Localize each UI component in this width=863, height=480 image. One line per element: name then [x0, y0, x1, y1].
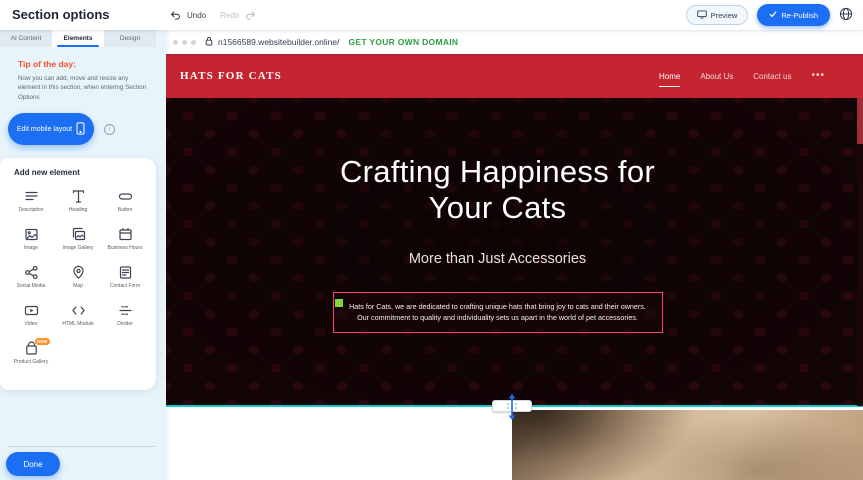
language-globe-icon[interactable]: [839, 7, 853, 24]
tip-title: Tip of the day:: [18, 59, 156, 69]
browser-bar: n1566589.websitebuilder.online/ GET YOUR…: [166, 30, 863, 54]
tab-elements[interactable]: Elements: [52, 30, 104, 47]
element-contact-form[interactable]: Contact Form: [102, 261, 149, 299]
monitor-icon: [697, 10, 707, 21]
lock-icon: [205, 33, 213, 51]
element-social-media[interactable]: Social Media: [8, 261, 55, 299]
check-icon: [769, 10, 777, 20]
site-url[interactable]: n1566589.websitebuilder.online/: [218, 37, 339, 47]
preview-scrollbar: [857, 98, 863, 406]
sidebar-divider: [8, 446, 156, 447]
new-badge: NEW: [35, 338, 50, 345]
image-gallery-icon: [71, 227, 86, 242]
topbar-actions: Preview Re-Publish: [686, 0, 853, 30]
section-resize-handle[interactable]: [492, 400, 532, 412]
site-header: HATS FOR CATS Home About Us Contact us •…: [166, 54, 863, 98]
element-product-gallery[interactable]: NEW Product Gallery: [8, 337, 55, 375]
site-nav: Home About Us Contact us •••: [659, 71, 849, 81]
selected-text-element[interactable]: Hats for Cats, we are dedicated to craft…: [333, 292, 663, 333]
redo-button[interactable]: Redo: [220, 11, 239, 20]
done-button[interactable]: Done: [6, 452, 60, 476]
nav-home[interactable]: Home: [659, 72, 680, 87]
image-icon: [24, 227, 39, 242]
element-image[interactable]: Image: [8, 223, 55, 261]
element-video[interactable]: Video: [8, 299, 55, 337]
element-business-hours[interactable]: Business Hours: [102, 223, 149, 261]
window-dots-icon: [173, 40, 196, 45]
element-grid: Description Heading Button: [0, 185, 156, 375]
site-preview: n1566589.websitebuilder.online/ GET YOUR…: [166, 30, 863, 480]
element-drag-handle[interactable]: [335, 299, 343, 307]
element-html-module[interactable]: HTML Module: [55, 299, 102, 337]
tab-ai-content[interactable]: AI Content: [0, 30, 52, 47]
map-pin-icon: [71, 265, 86, 280]
edit-mobile-layout-button[interactable]: Edit mobile layout: [8, 113, 94, 145]
redo-icon[interactable]: [245, 10, 256, 21]
button-icon: [118, 189, 133, 204]
nav-contact-us[interactable]: Contact us: [753, 72, 791, 81]
site-canvas: HATS FOR CATS Home About Us Contact us •…: [166, 54, 863, 480]
next-section-image[interactable]: [512, 410, 863, 480]
element-heading[interactable]: Heading: [55, 185, 102, 223]
form-lines-icon: [118, 265, 133, 280]
add-element-title: Add new element: [14, 168, 156, 177]
code-brackets-icon: [71, 303, 86, 318]
share-nodes-icon: [24, 265, 39, 280]
element-description[interactable]: Description: [8, 185, 55, 223]
phone-icon: [76, 122, 85, 137]
sidebar: AI Content Elements Design Tip of the da…: [0, 30, 166, 480]
element-divider[interactable]: Divider: [102, 299, 149, 337]
page-title: Section options: [12, 7, 110, 22]
undo-button[interactable]: Undo: [187, 11, 206, 20]
hero-content: Crafting Happiness for Your Cats More th…: [166, 98, 863, 406]
calendar-clock-icon: [118, 227, 133, 242]
hero-section: Crafting Happiness for Your Cats More th…: [166, 98, 863, 406]
element-map[interactable]: Map: [55, 261, 102, 299]
undo-icon[interactable]: [170, 10, 181, 21]
element-image-gallery[interactable]: Image Gallery: [55, 223, 102, 261]
tab-design[interactable]: Design: [104, 30, 156, 47]
hero-paragraph: Hats for Cats, we are dedicated to craft…: [344, 301, 652, 324]
text-lines-icon: [24, 189, 39, 204]
scrollbar-thumb[interactable]: [857, 98, 863, 144]
nav-about-us[interactable]: About Us: [700, 72, 733, 81]
tip-body: Now you can add, move and resize any ele…: [18, 74, 150, 102]
heading-icon: [71, 189, 86, 204]
sidebar-tabs: AI Content Elements Design: [0, 30, 156, 47]
info-icon[interactable]: i: [104, 124, 115, 135]
get-domain-link[interactable]: GET YOUR OWN DOMAIN: [348, 37, 458, 47]
hero-subheading[interactable]: More than Just Accessories: [409, 251, 586, 267]
add-element-panel: Add new element Description Heading: [0, 158, 156, 390]
topbar: Section options Undo Redo: [0, 0, 863, 30]
hero-heading[interactable]: Crafting Happiness for Your Cats: [340, 154, 655, 226]
history-controls: Undo Redo: [170, 0, 256, 30]
site-logo[interactable]: HATS FOR CATS: [180, 70, 282, 82]
divider-lines-icon: [118, 303, 133, 318]
republish-button[interactable]: Re-Publish: [757, 4, 830, 26]
nav-more-icon[interactable]: •••: [811, 71, 825, 81]
preview-button[interactable]: Preview: [686, 5, 749, 25]
website-builder-app: Section options Undo Redo: [0, 0, 863, 480]
tip-of-the-day: Tip of the day: Now you can add, move an…: [0, 47, 166, 102]
video-play-icon: [24, 303, 39, 318]
element-button[interactable]: Button: [102, 185, 149, 223]
mobile-layout-row: Edit mobile layout i: [8, 113, 166, 145]
resize-arrows-icon: [507, 394, 517, 425]
